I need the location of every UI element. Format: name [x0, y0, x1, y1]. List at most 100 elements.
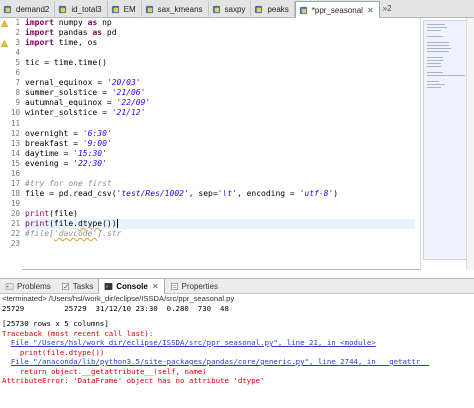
panel-tab-tasks[interactable]: Tasks: [56, 279, 98, 294]
warning-icon[interactable]: [0, 19, 9, 27]
code-area[interactable]: import numpy as np import pandas as pd i…: [25, 18, 415, 270]
editor-tab-label: sax_kmeans: [157, 5, 203, 14]
line-number: 6: [15, 68, 20, 78]
code-line-13[interactable]: breakfast = '9:00': [25, 139, 415, 149]
code-line-10[interactable]: winter_solstice = '21/12': [25, 108, 415, 118]
line-number: 23: [10, 239, 20, 249]
close-icon[interactable]: ✕: [367, 6, 374, 15]
code-line-4[interactable]: [25, 48, 415, 58]
code-line-8[interactable]: summer_solstice = '21/06': [25, 88, 415, 98]
panel-tab-label: Tasks: [72, 281, 94, 291]
close-icon[interactable]: ✕: [152, 282, 159, 291]
code-line-19[interactable]: [25, 199, 415, 209]
code-line-12[interactable]: overnight = '6:30': [25, 129, 415, 139]
panel-tab-label: Problems: [17, 281, 51, 291]
code-line-18[interactable]: file = pd.read_csv('test/Res/1002', sep=…: [25, 189, 415, 199]
console-traceback-header: Traceback (most recent call last):: [2, 328, 154, 338]
code-line-17[interactable]: #try for one first: [25, 179, 415, 189]
python-file-icon: [299, 6, 308, 15]
editor-tab-1[interactable]: id_total3: [55, 1, 108, 18]
python-file-icon: [212, 5, 221, 14]
line-number-gutter: 1 2 3 4 5 6 7 8 9 10 11 12 13 14 15 16 17 18 19 20 21 22 23: [0, 18, 22, 270]
panel-tab-label: Properties: [181, 281, 218, 291]
line-number: 11: [10, 118, 20, 128]
line-number: 18: [10, 188, 20, 198]
panel-tab-problems[interactable]: Problems: [0, 279, 56, 294]
console-icon: [104, 282, 113, 291]
python-file-icon: [145, 5, 154, 14]
editor-tab-0[interactable]: demand2: [0, 1, 56, 18]
console-rows-summary: [25730 rows x 5 columns]: [2, 319, 109, 328]
code-line-2[interactable]: import pandas as pd: [25, 28, 415, 38]
console-frame2: File "/anaconda/lib/python3.5/site-packa…: [0, 357, 474, 367]
editor-tab-label: saxpy: [224, 5, 246, 14]
editor-tab-label: EM: [123, 5, 136, 14]
problems-icon: [5, 282, 14, 291]
editor-tab-6[interactable]: *ppr_seasonal ✕: [294, 1, 380, 18]
line-number: 5: [15, 58, 20, 68]
console-frame2-code: return object.__getattribute__(self, nam…: [19, 366, 207, 376]
python-file-icon: [254, 5, 263, 14]
editor-tab-label: peaks: [267, 5, 289, 14]
console-row-output: 25729 25729 31/12/10 23:30 0.280 730 48: [2, 303, 229, 313]
editor-vertical-scrollbar[interactable]: [466, 18, 474, 270]
code-line-22[interactable]: #file['davcode'].str: [25, 229, 415, 239]
code-line-21[interactable]: print(file.dtype()): [25, 218, 415, 229]
code-line-5[interactable]: tic = time.time(): [25, 58, 415, 68]
editor-overview-ruler[interactable]: [420, 18, 474, 270]
line-number: 4: [15, 48, 20, 58]
editor-tab-5[interactable]: peaks: [251, 1, 295, 18]
line-number: 10: [10, 108, 20, 118]
panel-tab-console[interactable]: Console ✕: [98, 278, 165, 294]
properties-icon: [170, 282, 179, 291]
console-error-message: AttributeError: 'DataFrame' object has n…: [2, 376, 265, 385]
code-line-6[interactable]: [25, 68, 415, 78]
line-number: 21: [10, 219, 20, 228]
console-output[interactable]: <terminated> /Users/hsl/work_dir/eclipse…: [0, 294, 474, 408]
code-line-23[interactable]: [25, 239, 415, 249]
code-line-7[interactable]: vernal_equinox = '20/03': [25, 78, 415, 88]
line-number: 7: [15, 78, 20, 88]
line-number: 15: [10, 158, 20, 168]
line-number: 8: [15, 88, 20, 98]
editor-tab-2[interactable]: EM: [108, 1, 142, 18]
code-line-15[interactable]: evening = '22:30': [25, 159, 415, 169]
code-line-16[interactable]: [25, 169, 415, 179]
line-number: 12: [10, 128, 20, 138]
bottom-panel-tab-bar: Problems Tasks Console ✕ Properties: [0, 278, 474, 294]
python-file-icon: [3, 5, 12, 14]
code-line-20[interactable]: print(file): [25, 209, 415, 219]
editor-tab-4[interactable]: saxpy: [209, 1, 252, 18]
line-number: 19: [10, 198, 20, 208]
editor-tab-3[interactable]: sax_kmeans: [142, 1, 209, 18]
panel-tab-label: Console: [116, 281, 148, 291]
line-number: 17: [10, 178, 20, 188]
text-caret: [116, 218, 118, 228]
editor-tab-label: demand2: [16, 5, 50, 14]
tasks-icon: [61, 282, 70, 291]
code-line-3[interactable]: import time, os: [25, 38, 415, 48]
console-frame1: File "/Users/hsl/work_dir/eclipse/ISSDA/…: [0, 338, 474, 348]
code-line-1[interactable]: import numpy as np: [25, 18, 415, 28]
line-number: 22: [10, 229, 20, 239]
editor-tab-label: id_total3: [71, 5, 102, 14]
line-number: 14: [10, 148, 20, 158]
line-number: 13: [10, 138, 20, 148]
code-line-9[interactable]: autumnal_equinox = '22/09': [25, 98, 415, 108]
traceback-link-1[interactable]: File "/Users/hsl/work_dir/eclipse/ISSDA/…: [11, 338, 376, 347]
tab-overflow-button[interactable]: »2: [380, 0, 395, 17]
code-line-14[interactable]: daytime = '15:30': [25, 149, 415, 159]
editor-tab-bar: demand2 id_total3 EM sax_kmeans saxpy peaks *p…: [0, 0, 474, 18]
line-number: 16: [10, 168, 20, 178]
console-terminated-label: <terminated> /Users/hsl/work_dir/eclipse…: [2, 294, 235, 303]
warning-icon[interactable]: [0, 39, 9, 47]
code-editor[interactable]: 1 2 3 4 5 6 7 8 9 10 11 12 13 14 15 16 17 18 19 20 21 22 23 im…: [0, 18, 474, 270]
code-line-11[interactable]: [25, 118, 415, 128]
line-number: 20: [10, 208, 20, 218]
python-file-icon: [111, 5, 120, 14]
overview-viewport[interactable]: [423, 20, 467, 260]
console-frame1-code: print(file.dtype()): [19, 347, 105, 357]
panel-tab-properties[interactable]: Properties: [165, 279, 223, 294]
traceback-link-2[interactable]: File "/anaconda/lib/python3.5/site-packa…: [11, 357, 429, 366]
editor-tab-label: *ppr_seasonal: [311, 5, 363, 15]
